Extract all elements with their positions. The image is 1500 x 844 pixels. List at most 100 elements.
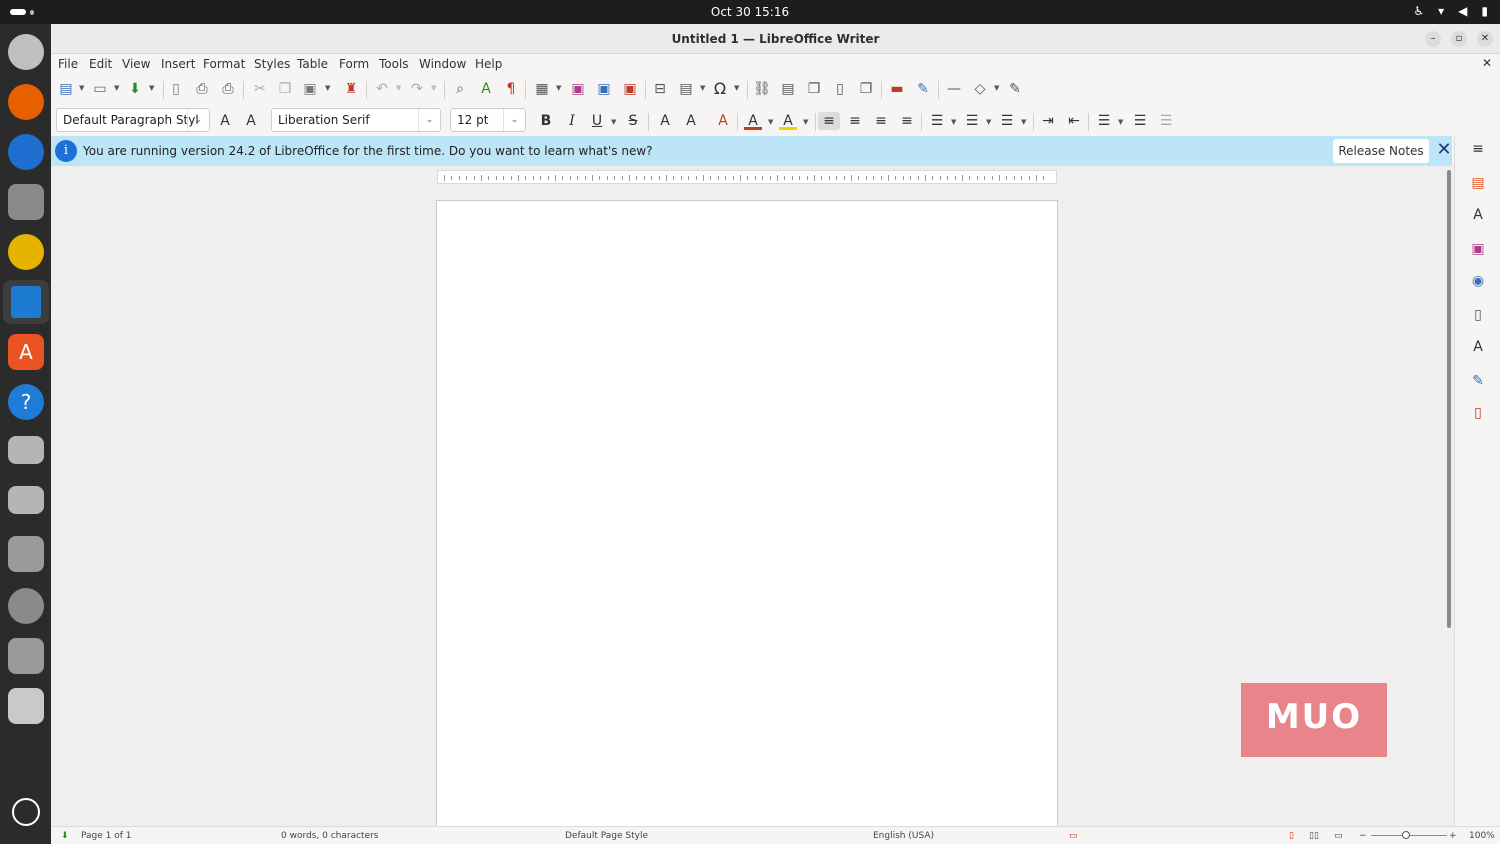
word-count[interactable]: 0 words, 0 characters bbox=[281, 831, 379, 841]
align-left-icon[interactable]: ≡ bbox=[818, 112, 840, 130]
multi-page-view-icon[interactable]: ▯▯ bbox=[1309, 831, 1319, 841]
drive-icon-2[interactable] bbox=[8, 486, 44, 514]
wifi-icon[interactable]: ▾ bbox=[1438, 4, 1444, 18]
comment-icon[interactable]: ▬ bbox=[888, 80, 906, 98]
menu-tools[interactable]: Tools bbox=[379, 57, 409, 71]
gallery-icon[interactable]: ▣ bbox=[1469, 240, 1487, 258]
menu-view[interactable]: View bbox=[122, 57, 150, 71]
scrollbar-thumb[interactable] bbox=[1447, 170, 1451, 628]
increase-indent-icon[interactable]: ⇥ bbox=[1039, 112, 1057, 130]
highlight-icon[interactable]: A bbox=[779, 112, 797, 130]
chevron-down-icon[interactable]: ▼ bbox=[803, 118, 808, 126]
manage-changes-icon[interactable]: ✎ bbox=[1469, 372, 1487, 390]
decrease-paragraph-spacing-icon[interactable]: ☰ bbox=[1157, 112, 1175, 130]
special-character-icon[interactable]: Ω bbox=[711, 80, 729, 98]
menu-insert[interactable]: Insert bbox=[161, 57, 195, 71]
app-center-icon[interactable]: A bbox=[8, 334, 44, 370]
font-name-box[interactable]: Liberation Serif ⌄ bbox=[271, 108, 441, 132]
chevron-down-icon[interactable]: ⌄ bbox=[187, 109, 209, 131]
open-icon[interactable]: ▭ bbox=[91, 80, 109, 98]
zoom-slider-handle[interactable] bbox=[1402, 831, 1410, 839]
zoom-in-icon[interactable]: + bbox=[1449, 831, 1457, 841]
subscript-icon[interactable]: A bbox=[682, 112, 700, 130]
menu-window[interactable]: Window bbox=[419, 57, 466, 71]
menu-file[interactable]: File bbox=[58, 57, 78, 71]
chevron-down-icon[interactable]: ▼ bbox=[396, 84, 401, 92]
track-changes-icon[interactable]: ✎ bbox=[914, 80, 932, 98]
underline-icon[interactable]: U bbox=[588, 112, 606, 130]
menu-table[interactable]: Table bbox=[297, 57, 328, 71]
chevron-down-icon[interactable]: ▼ bbox=[431, 84, 436, 92]
insert-mode-icon[interactable]: ▭ bbox=[1069, 831, 1078, 841]
page-count[interactable]: Page 1 of 1 bbox=[81, 831, 132, 841]
page-style[interactable]: Default Page Style bbox=[565, 831, 648, 841]
export-pdf-icon[interactable]: ▯ bbox=[167, 80, 185, 98]
clear-formatting-icon[interactable]: A bbox=[714, 112, 732, 130]
menu-form[interactable]: Form bbox=[339, 57, 369, 71]
bookmark-icon[interactable]: ▯ bbox=[831, 80, 849, 98]
redo-icon[interactable]: ↷ bbox=[408, 80, 426, 98]
menu-format[interactable]: Format bbox=[203, 57, 245, 71]
design-icon[interactable]: ▯ bbox=[1469, 404, 1487, 422]
single-page-view-icon[interactable]: ▯ bbox=[1289, 831, 1294, 841]
style-inspector-icon[interactable]: A bbox=[1469, 338, 1487, 356]
zoom-level[interactable]: 100% bbox=[1469, 831, 1495, 841]
trash-icon[interactable] bbox=[8, 688, 44, 724]
endnote-icon[interactable]: ❐ bbox=[805, 80, 823, 98]
document-page[interactable] bbox=[436, 200, 1058, 830]
close-document-icon[interactable]: ✕ bbox=[1482, 56, 1492, 70]
insert-table-icon[interactable]: ▦ bbox=[533, 80, 551, 98]
chevron-down-icon[interactable]: ▼ bbox=[1021, 118, 1026, 126]
new-document-icon[interactable]: ▤ bbox=[57, 80, 75, 98]
navigator-icon[interactable]: ◉ bbox=[1469, 272, 1487, 290]
increase-paragraph-spacing-icon[interactable]: ☰ bbox=[1131, 112, 1149, 130]
clone-formatting-icon[interactable]: ♜ bbox=[342, 80, 360, 98]
justify-icon[interactable]: ≡ bbox=[898, 112, 916, 130]
maximize-button[interactable]: ▫ bbox=[1451, 31, 1467, 47]
release-notes-button[interactable]: Release Notes bbox=[1333, 139, 1429, 163]
page-break-icon[interactable]: ⊟ bbox=[651, 80, 669, 98]
cut-icon[interactable]: ✂ bbox=[251, 80, 269, 98]
title-bar[interactable]: Untitled 1 — LibreOffice Writer – ▫ ✕ bbox=[51, 24, 1500, 54]
close-icon[interactable]: ✕ bbox=[1434, 140, 1454, 160]
copy-icon[interactable]: ❐ bbox=[276, 80, 294, 98]
chevron-down-icon[interactable]: ▼ bbox=[734, 84, 739, 92]
font-color-icon[interactable]: A bbox=[744, 112, 762, 130]
optical-drive-icon[interactable] bbox=[8, 588, 44, 624]
sidebar-menu-icon[interactable]: ≡ bbox=[1469, 140, 1487, 158]
save-status-icon[interactable]: ⬇ bbox=[61, 831, 69, 841]
accessibility-icon[interactable]: ♿ bbox=[1413, 4, 1424, 18]
minimize-button[interactable]: – bbox=[1425, 31, 1441, 47]
print-preview-icon[interactable]: ⎙ bbox=[219, 80, 237, 98]
properties-icon[interactable]: ▤ bbox=[1469, 174, 1487, 192]
show-apps-icon[interactable] bbox=[12, 798, 40, 826]
chevron-down-icon[interactable]: ▼ bbox=[611, 118, 616, 126]
book-view-icon[interactable]: ▭ bbox=[1334, 831, 1343, 841]
system-tray[interactable]: ♿ ▾ ◀ ▮ bbox=[1413, 4, 1488, 18]
insert-image-icon[interactable]: ▣ bbox=[569, 80, 587, 98]
print-icon[interactable]: ⎙ bbox=[193, 80, 211, 98]
insert-chart-icon[interactable]: ▣ bbox=[595, 80, 613, 98]
bullet-list-icon[interactable]: ☰ bbox=[928, 112, 946, 130]
chevron-down-icon[interactable]: ▼ bbox=[768, 118, 773, 126]
superscript-icon[interactable]: A bbox=[656, 112, 674, 130]
insert-textbox-icon[interactable]: ▣ bbox=[621, 80, 639, 98]
paste-icon[interactable]: ▣ bbox=[301, 80, 319, 98]
numbered-list-icon[interactable]: ☰ bbox=[963, 112, 981, 130]
line-spacing-icon[interactable]: ☰ bbox=[1095, 112, 1113, 130]
font-size-box[interactable]: 12 pt ⌄ bbox=[450, 108, 526, 132]
drive-icon[interactable] bbox=[8, 436, 44, 464]
chevron-down-icon[interactable]: ▼ bbox=[951, 118, 956, 126]
update-style-icon[interactable]: A bbox=[216, 112, 234, 130]
align-right-icon[interactable]: ≡ bbox=[872, 112, 890, 130]
chevron-down-icon[interactable]: ▼ bbox=[114, 84, 119, 92]
files-icon[interactable] bbox=[8, 184, 44, 220]
italic-icon[interactable]: I bbox=[563, 112, 581, 130]
firefox-icon[interactable] bbox=[8, 84, 44, 120]
find-replace-icon[interactable]: ⌕ bbox=[451, 80, 469, 98]
new-style-icon[interactable]: A bbox=[242, 112, 260, 130]
insert-line-icon[interactable]: — bbox=[945, 80, 963, 98]
chevron-down-icon[interactable]: ⌄ bbox=[503, 109, 525, 131]
vertical-scrollbar[interactable] bbox=[1446, 166, 1454, 826]
draw-icon[interactable]: ✎ bbox=[1006, 80, 1024, 98]
